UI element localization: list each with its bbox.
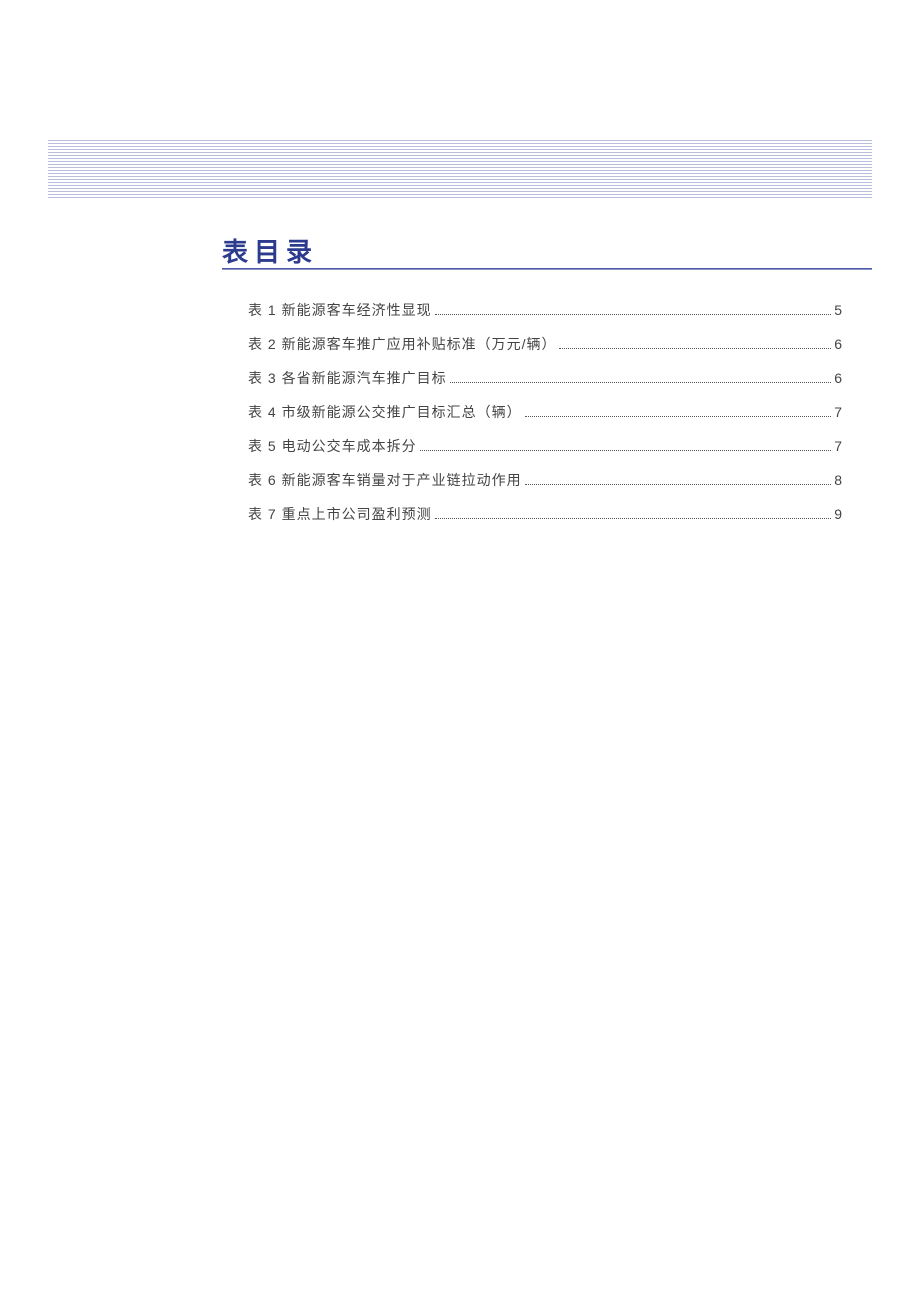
toc-label: 表 7 重点上市公司盈利预测 (248, 504, 432, 524)
toc-page: 5 (834, 302, 842, 318)
toc-page: 8 (834, 472, 842, 488)
toc-label: 表 6 新能源客车销量对于产业链拉动作用 (248, 470, 522, 490)
toc-page: 6 (834, 336, 842, 352)
toc-page: 7 (834, 438, 842, 454)
toc-dots (559, 348, 831, 349)
toc-dots (450, 382, 832, 383)
toc-dots (525, 416, 832, 417)
toc-entry: 表 5 电动公交车成本拆分 7 (248, 436, 842, 456)
section-title: 表目录 (222, 232, 318, 269)
toc-page: 6 (834, 370, 842, 386)
toc-label: 表 5 电动公交车成本拆分 (248, 436, 417, 456)
toc-entry: 表 7 重点上市公司盈利预测 9 (248, 504, 842, 524)
toc-label: 表 3 各省新能源汽车推广目标 (248, 368, 447, 388)
toc-entry: 表 2 新能源客车推广应用补贴标准（万元/辆） 6 (248, 334, 842, 354)
toc-dots (525, 484, 832, 485)
title-underline (222, 268, 872, 270)
toc-dots (420, 450, 832, 451)
toc-entry: 表 6 新能源客车销量对于产业链拉动作用 8 (248, 470, 842, 490)
toc-page: 7 (834, 404, 842, 420)
toc-label: 表 2 新能源客车推广应用补贴标准（万元/辆） (248, 334, 556, 354)
table-of-contents: 表 1 新能源客车经济性显现 5 表 2 新能源客车推广应用补贴标准（万元/辆）… (248, 300, 842, 538)
header-decorative-bands (48, 140, 872, 200)
toc-dots (435, 314, 832, 315)
toc-entry: 表 1 新能源客车经济性显现 5 (248, 300, 842, 320)
toc-entry: 表 3 各省新能源汽车推广目标 6 (248, 368, 842, 388)
toc-entry: 表 4 市级新能源公交推广目标汇总（辆） 7 (248, 402, 842, 422)
toc-dots (435, 518, 832, 519)
toc-page: 9 (834, 506, 842, 522)
toc-label: 表 4 市级新能源公交推广目标汇总（辆） (248, 402, 522, 422)
toc-label: 表 1 新能源客车经济性显现 (248, 300, 432, 320)
